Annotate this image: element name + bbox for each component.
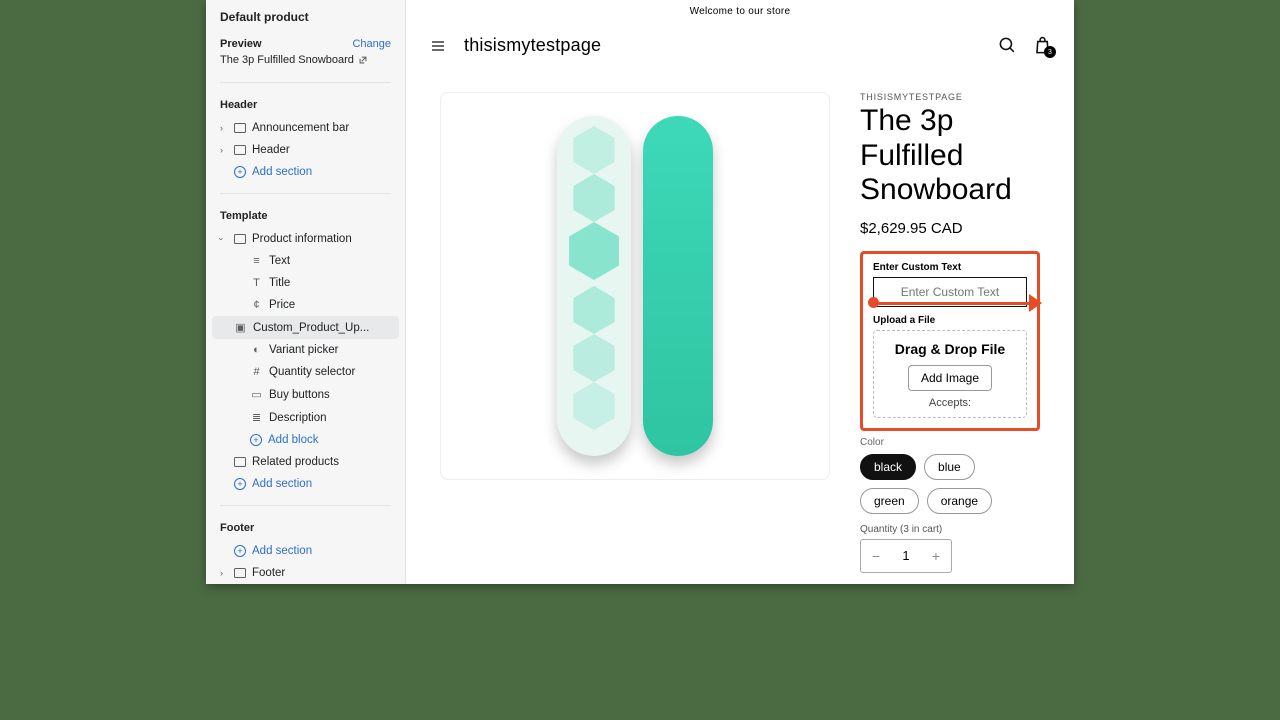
block-title[interactable]: TTitle	[206, 272, 405, 294]
upload-file-label: Upload a File	[873, 315, 1027, 326]
store-header: thisismytestpage 3	[406, 23, 1074, 68]
group-template: Template	[206, 204, 405, 228]
add-section-template[interactable]: +Add section	[206, 473, 405, 495]
plus-circle-icon: +	[234, 545, 246, 557]
product-title: The 3p Fulfilled Snowboard	[860, 104, 1040, 208]
file-dropzone[interactable]: Drag & Drop File Add Image Accepts:	[873, 330, 1027, 418]
plus-circle-icon: +	[250, 434, 262, 446]
sidebar-item-announcement-bar[interactable]: ›Announcement bar	[206, 117, 405, 139]
block-buy-buttons[interactable]: ▭Buy buttons	[206, 383, 405, 406]
chevron-right-icon: ›	[220, 123, 223, 133]
quantity-value: 1	[891, 540, 921, 572]
block-variant-picker[interactable]: ◐Variant picker	[206, 339, 405, 361]
color-swatches: black blue green orange	[860, 454, 1040, 514]
section-icon	[234, 123, 246, 133]
swatch-orange[interactable]: orange	[927, 488, 992, 514]
quantity-label: Quantity (3 in cart)	[860, 524, 1040, 535]
custom-text-input[interactable]	[873, 277, 1027, 307]
accepts-text: Accepts:	[882, 397, 1018, 409]
plus-circle-icon: +	[234, 478, 246, 490]
product-price: $2,629.95 CAD	[860, 220, 1040, 237]
sidebar-item-footer[interactable]: ›Footer	[206, 562, 405, 584]
storefront-preview: Welcome to our store thisismytestpage 3	[406, 0, 1074, 584]
external-link-icon	[358, 55, 368, 65]
section-icon	[234, 234, 246, 244]
product-media[interactable]	[440, 92, 830, 480]
add-image-button[interactable]: Add Image	[908, 365, 992, 391]
product-vendor: THISISMYTESTPAGE	[860, 92, 1040, 102]
block-custom-product-upload[interactable]: ▣Custom_Product_Up...	[212, 316, 399, 339]
plus-circle-icon: +	[234, 166, 246, 178]
swatch-green[interactable]: green	[860, 488, 919, 514]
title-icon: T	[250, 277, 263, 289]
block-price[interactable]: ¢Price	[206, 294, 405, 316]
divider	[220, 82, 391, 83]
hamburger-icon[interactable]	[428, 38, 448, 54]
variant-icon: ◐	[250, 344, 263, 356]
preview-label: Preview	[220, 38, 262, 50]
divider	[220, 193, 391, 194]
app-block-icon: ▣	[234, 321, 247, 334]
quantity-increase[interactable]: +	[921, 540, 951, 572]
swatch-black[interactable]: black	[860, 454, 916, 480]
quantity-stepper: − 1 +	[860, 539, 952, 573]
cart-badge: 3	[1044, 46, 1056, 58]
description-icon: ≣	[250, 411, 263, 424]
section-icon	[234, 145, 246, 155]
buy-icon: ▭	[250, 388, 263, 401]
chevron-right-icon: ›	[220, 568, 223, 578]
block-quantity-selector[interactable]: #Quantity selector	[206, 361, 405, 383]
store-name[interactable]: thisismytestpage	[464, 35, 601, 56]
text-icon: ≡	[250, 255, 263, 267]
default-product-title: Default product	[220, 10, 391, 24]
announcement-bar: Welcome to our store	[406, 0, 1074, 23]
drag-drop-title: Drag & Drop File	[882, 341, 1018, 357]
group-footer: Footer	[206, 516, 405, 540]
sidebar-item-header[interactable]: ›Header	[206, 139, 405, 161]
swatch-blue[interactable]: blue	[924, 454, 975, 480]
section-icon	[234, 568, 246, 578]
add-block[interactable]: +Add block	[206, 429, 405, 451]
chevron-right-icon: ›	[220, 145, 223, 155]
sidebar-item-product-information[interactable]: ›Product information	[206, 228, 405, 250]
add-section-header[interactable]: +Add section	[206, 161, 405, 183]
price-icon: ¢	[250, 299, 263, 311]
product-image	[557, 116, 713, 456]
app-frame: Default product Preview Change The 3p Fu…	[206, 0, 1074, 584]
quantity-decrease[interactable]: −	[861, 540, 891, 572]
add-section-footer[interactable]: +Add section	[206, 540, 405, 562]
divider	[220, 505, 391, 506]
preview-product-link[interactable]: The 3p Fulfilled Snowboard	[220, 54, 391, 66]
group-header: Header	[206, 93, 405, 117]
chevron-down-icon: ›	[217, 238, 227, 241]
snowboard-back	[643, 116, 713, 456]
editor-sidebar: Default product Preview Change The 3p Fu…	[206, 0, 406, 584]
quantity-icon: #	[250, 366, 263, 378]
product-info: THISISMYTESTPAGE The 3p Fulfilled Snowbo…	[860, 92, 1040, 584]
block-text[interactable]: ≡Text	[206, 250, 405, 272]
search-icon[interactable]	[998, 36, 1017, 55]
cart-icon[interactable]: 3	[1033, 35, 1052, 56]
snowboard-front	[557, 116, 631, 456]
block-description[interactable]: ≣Description	[206, 406, 405, 429]
color-label: Color	[860, 437, 1040, 448]
preview-product-name: The 3p Fulfilled Snowboard	[220, 54, 354, 66]
custom-block-highlight: Enter Custom Text Upload a File Drag & D…	[860, 251, 1040, 431]
section-icon	[234, 457, 246, 467]
change-link[interactable]: Change	[352, 38, 391, 50]
sidebar-item-related-products[interactable]: Related products	[206, 451, 405, 473]
custom-text-label: Enter Custom Text	[873, 262, 1027, 273]
